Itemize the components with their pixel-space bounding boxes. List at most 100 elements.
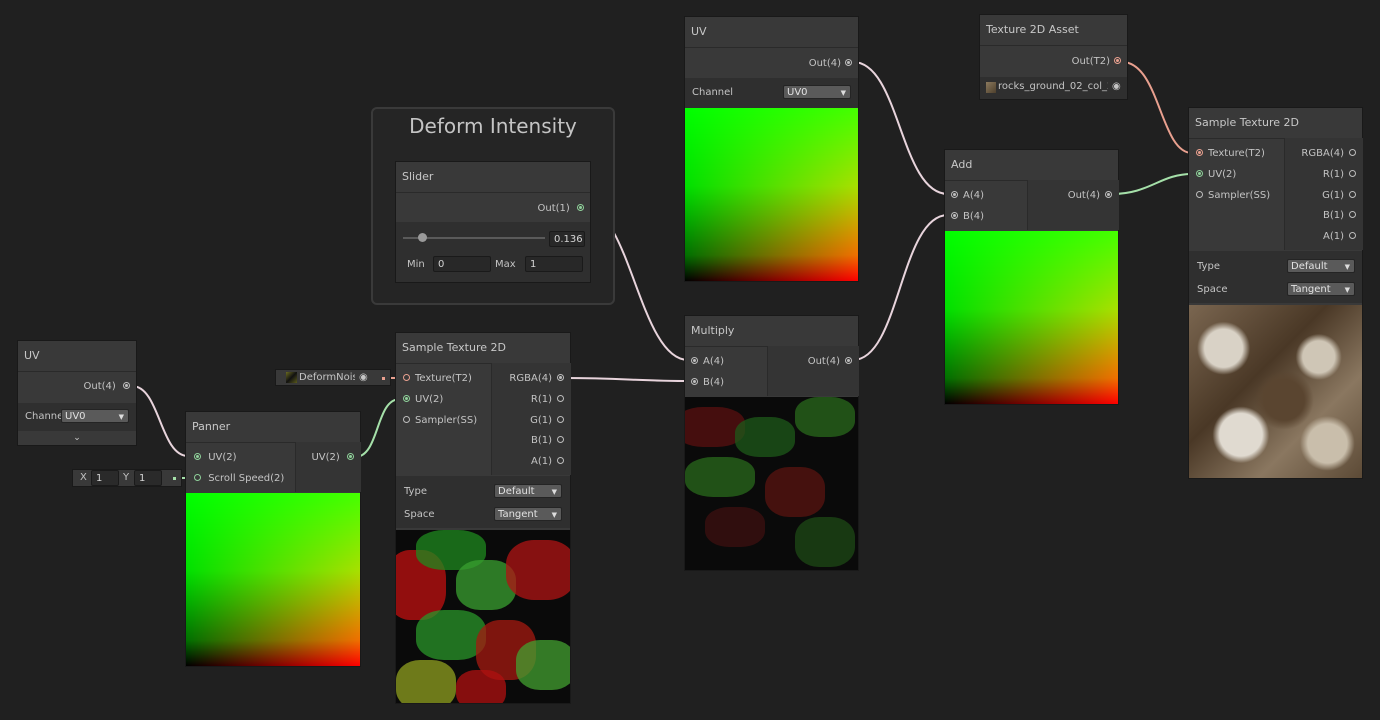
texture-asset-node[interactable]: Texture 2D Asset Out(T2) rocks_ground_02… <box>979 14 1128 100</box>
space-label: Space <box>404 509 435 520</box>
scroll-speed-input[interactable]: X 1 Y 1 <box>72 469 182 487</box>
input-port[interactable] <box>951 211 958 219</box>
port-label: UV(2) <box>415 394 444 405</box>
connector-dot <box>382 377 385 380</box>
connector-dot <box>173 477 176 480</box>
edge-add-to-sample <box>1111 173 1193 195</box>
input-port[interactable] <box>403 373 410 381</box>
type-dropdown[interactable]: Default ▼ <box>1287 259 1355 273</box>
max-field[interactable]: 1 <box>525 256 583 272</box>
input-port[interactable] <box>951 190 958 198</box>
port-label: A(1) <box>530 456 552 467</box>
port-label: Texture(T2) <box>1208 148 1265 159</box>
edge-texasset-to-sample <box>1121 61 1193 154</box>
node-title: Multiply <box>685 316 858 347</box>
port-label: Sampler(SS) <box>415 415 478 426</box>
space-dropdown[interactable]: Tangent ▼ <box>1287 282 1355 296</box>
object-picker-icon[interactable]: ◉ <box>1112 81 1121 92</box>
uv-node-left[interactable]: UV Out(4) Channe UV0 ▼ ⌄ <box>17 340 137 446</box>
port-label: UV(2) <box>1208 169 1237 180</box>
port-label: A(1) <box>1322 231 1344 242</box>
slider-node[interactable]: Slider Out(1) 0.136 Min 0 Max 1 <box>395 161 591 283</box>
space-dropdown[interactable]: Tangent ▼ <box>494 507 562 521</box>
port-label: R(1) <box>530 394 552 405</box>
sample-texture-node-right[interactable]: Sample Texture 2D Texture(T2) UV(2) Samp… <box>1188 107 1363 479</box>
min-label: Min <box>407 259 425 270</box>
output-port[interactable] <box>557 456 564 464</box>
add-node[interactable]: Add A(4) B(4) Out(4) <box>944 149 1119 405</box>
input-port[interactable] <box>1196 148 1203 156</box>
type-value: Default <box>498 486 535 497</box>
space-value: Tangent <box>1291 284 1331 295</box>
output-port[interactable] <box>845 58 852 66</box>
output-port[interactable] <box>1105 190 1112 198</box>
output-port[interactable] <box>577 203 584 211</box>
preview-image <box>186 493 360 666</box>
y-field[interactable]: 1 <box>134 470 162 486</box>
port-label: R(1) <box>1322 169 1344 180</box>
type-dropdown[interactable]: Default ▼ <box>494 484 562 498</box>
input-port[interactable] <box>403 415 410 423</box>
x-field[interactable]: 1 <box>91 470 119 486</box>
preview-image <box>396 530 570 703</box>
node-title: UV <box>18 341 136 372</box>
output-port[interactable] <box>557 373 564 381</box>
port-label: G(1) <box>1322 190 1344 201</box>
output-port[interactable] <box>1349 210 1356 218</box>
output-port[interactable] <box>557 435 564 443</box>
uv-node-top[interactable]: UV Out(4) Channel UV0 ▼ <box>684 16 859 282</box>
collapse-toggle[interactable]: ⌄ <box>18 432 136 445</box>
slider-value-field[interactable]: 0.136 <box>549 231 585 247</box>
port-label: UV(2) <box>311 452 340 463</box>
port-label: UV(2) <box>208 452 237 463</box>
preview-image <box>685 397 858 570</box>
output-port[interactable] <box>845 356 852 364</box>
space-label: Space <box>1197 284 1228 295</box>
slider-handle[interactable] <box>418 233 428 242</box>
output-port[interactable] <box>1114 56 1121 64</box>
input-port[interactable] <box>194 452 201 460</box>
output-port[interactable] <box>1349 190 1356 198</box>
input-port[interactable] <box>403 394 410 402</box>
output-port[interactable] <box>347 452 354 460</box>
edge-panner-to-sample <box>354 398 401 458</box>
preview-image <box>685 108 858 281</box>
output-port[interactable] <box>557 415 564 423</box>
port-label: Out(4) <box>808 58 841 69</box>
noise-texture-field[interactable]: DeformNoise ◉ <box>275 369 391 386</box>
sample-settings: Type Default ▼ Space Tangent ▼ <box>396 476 570 528</box>
channel-dropdown[interactable]: UV0 ▼ <box>61 409 129 423</box>
texture-field[interactable]: rocks_ground_02_col_2k ◉ <box>980 77 1127 99</box>
input-port[interactable] <box>1196 190 1203 198</box>
input-port[interactable] <box>691 356 698 364</box>
node-title: Slider <box>396 162 590 193</box>
channel-value: UV0 <box>65 411 86 422</box>
group-title: Deform Intensity <box>409 114 577 138</box>
object-picker-icon[interactable]: ◉ <box>359 372 368 383</box>
max-label: Max <box>495 259 516 270</box>
output-port[interactable] <box>123 381 130 389</box>
preview-image <box>1189 305 1362 478</box>
port-label: B(1) <box>530 435 552 446</box>
port-label: Sampler(SS) <box>1208 190 1271 201</box>
channel-label: Channe <box>25 411 64 422</box>
channel-label: Channel <box>692 87 734 98</box>
output-port[interactable] <box>1349 169 1356 177</box>
min-field[interactable]: 0 <box>433 256 491 272</box>
channel-dropdown[interactable]: UV0 ▼ <box>783 85 851 99</box>
output-port[interactable] <box>1349 231 1356 239</box>
sample-texture-node-middle[interactable]: Sample Texture 2D Texture(T2) UV(2) Samp… <box>395 332 571 704</box>
edge-sample-to-multiply <box>564 377 689 382</box>
multiply-node[interactable]: Multiply A(4) B(4) Out(4) <box>684 315 859 571</box>
panner-node[interactable]: Panner UV(2) Scroll Speed(2) UV(2) <box>185 411 361 667</box>
type-label: Type <box>404 486 427 497</box>
type-label: Type <box>1197 261 1220 272</box>
channel-value: UV0 <box>787 87 808 98</box>
input-port[interactable] <box>691 377 698 385</box>
input-port[interactable] <box>194 473 201 481</box>
input-port[interactable] <box>1196 169 1203 177</box>
chevron-down-icon: ⌄ <box>73 433 81 443</box>
output-port[interactable] <box>557 394 564 402</box>
texture-thumbnail-icon <box>986 82 996 93</box>
output-port[interactable] <box>1349 148 1356 156</box>
